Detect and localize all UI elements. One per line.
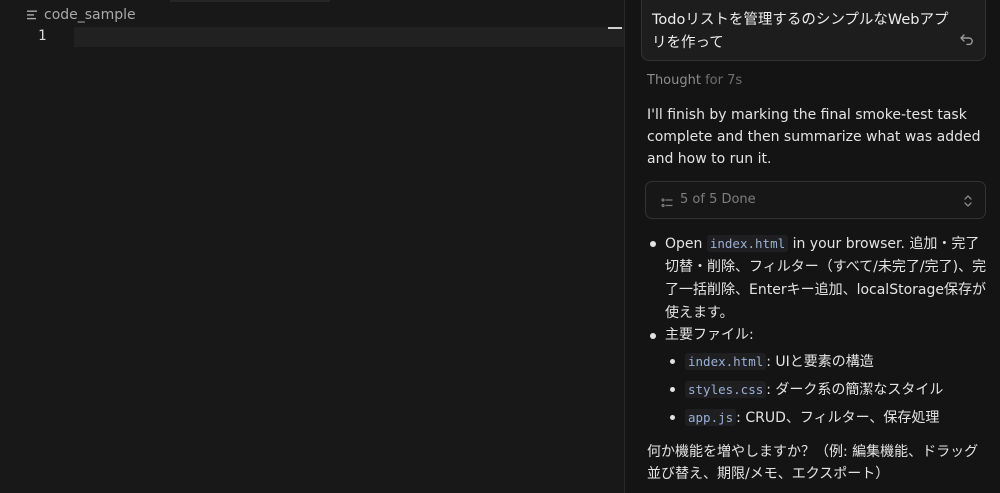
thought-duration: for 7s [705, 73, 743, 88]
assistant-closing: 何か機能を増やしますか？（例: 編集機能、ドラッグ並び替え、期限/メモ、エクスポ… [647, 444, 979, 482]
breadcrumb[interactable]: code_sample [26, 6, 136, 24]
todo-status-dropdown[interactable]: 5 of 5 Done [645, 181, 986, 219]
inline-code: app.js [685, 409, 737, 426]
minimap-indicator[interactable] [608, 27, 622, 29]
file-description: : ダーク系の簡潔なスタイル [766, 382, 944, 398]
assistant-intro: I'll finish by marking the final smoke-t… [647, 107, 981, 167]
file-list: index.html: UIと要素の構造 styles.css: ダーク系の簡潔… [665, 351, 987, 435]
summary-list: Open index.html in your browser. 追加・完了切替… [647, 232, 987, 435]
inline-code: styles.css [685, 381, 767, 398]
file-list-item: app.js: CRUD、フィルター、保存処理 [670, 407, 987, 435]
files-label: 主要ファイル: [665, 327, 754, 343]
thought-indicator[interactable]: Thought for 7s [647, 73, 742, 88]
chat-panel: Todoリストを管理するのシンプルなWebアプリを作って Thought for… [624, 0, 1000, 493]
file-description: : CRUD、フィルター、保存処理 [736, 410, 940, 426]
inline-code: index.html [685, 353, 767, 370]
checklist-icon [661, 194, 673, 213]
line-number: 1 [38, 28, 47, 44]
file-description: : UIと要素の構造 [766, 354, 874, 370]
user-message-text: Todoリストを管理するのシンプルなWebアプリを作って [652, 12, 949, 51]
document-lines-icon [26, 9, 38, 21]
file-list-item: styles.css: ダーク系の簡潔なスタイル [670, 379, 987, 407]
open-prefix: Open [665, 236, 703, 252]
user-message-bubble[interactable]: Todoリストを管理するのシンプルなWebアプリを作って [641, 0, 986, 61]
thought-label: Thought [647, 73, 701, 88]
file-name[interactable]: code_sample [44, 7, 136, 23]
code-editor[interactable]: code_sample 1 [0, 0, 624, 493]
chevron-up-down-icon [963, 193, 973, 212]
undo-icon[interactable] [959, 31, 975, 47]
tab-strip-divider [170, 0, 330, 2]
list-item: 主要ファイル: index.html: UIと要素の構造 styles.css:… [650, 324, 987, 435]
list-item: Open index.html in your browser. 追加・完了切替… [650, 232, 987, 321]
inline-code: index.html [706, 235, 789, 252]
todo-status-label: 5 of 5 Done [680, 192, 756, 207]
app-window: code_sample 1 Todoリストを管理するのシンプルなWebアプリを作… [0, 0, 1000, 493]
current-line-highlight[interactable] [74, 27, 624, 47]
file-list-item: index.html: UIと要素の構造 [670, 351, 987, 379]
